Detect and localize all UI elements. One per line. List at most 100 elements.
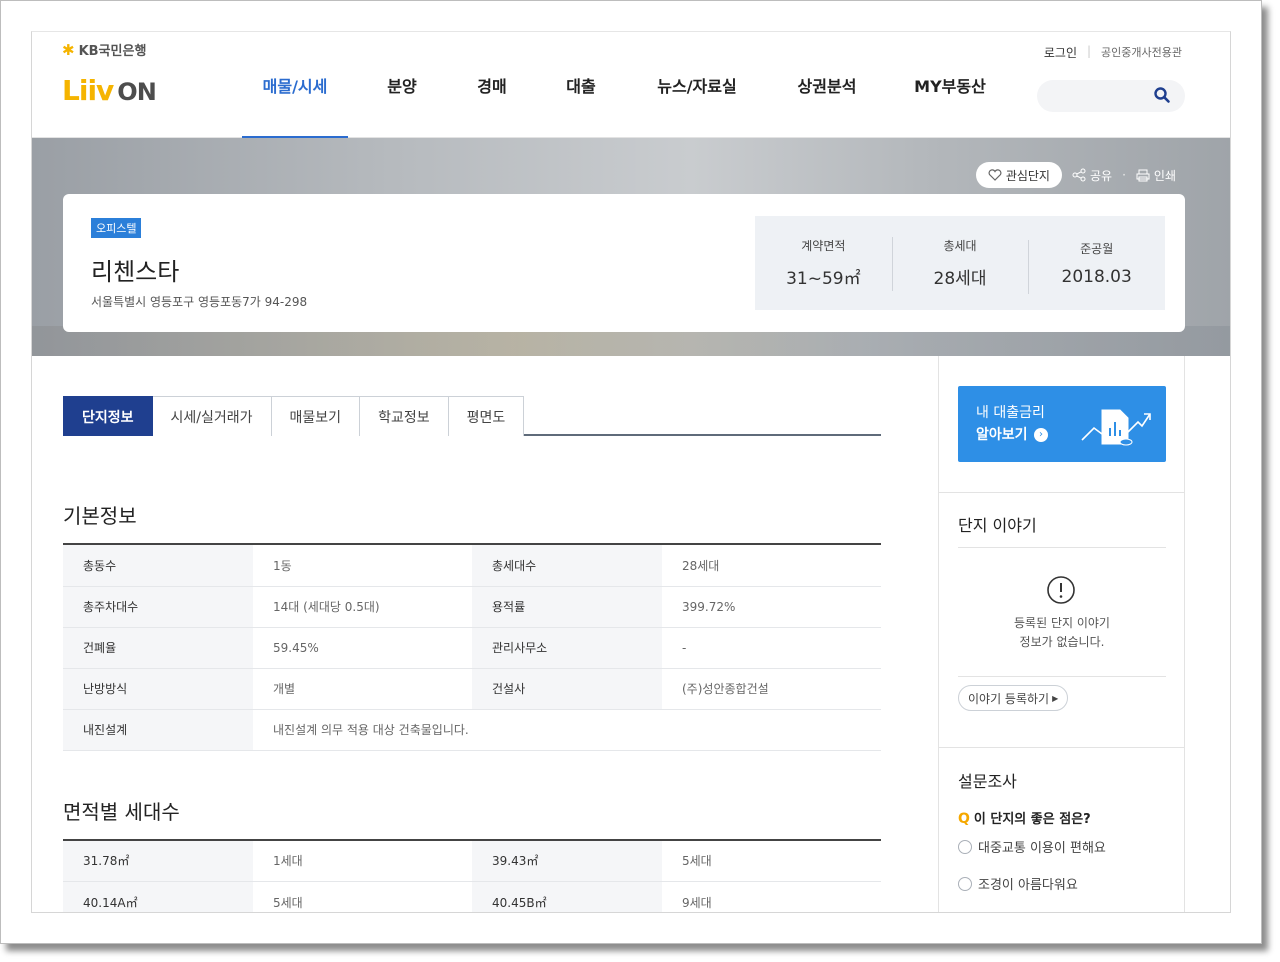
broker-link[interactable]: 공인중개사전용관 — [1101, 44, 1182, 61]
info-value: 399.72% — [662, 586, 881, 628]
info-value: 내진설계 의무 적용 대상 건축물입니다. — [253, 709, 881, 751]
page: ✱ KB국민은행 Liiv ON 로그인 | 공인중개사전용관 매물/시세 분양 … — [31, 31, 1231, 913]
favorite-button[interactable]: 관심단지 — [975, 162, 1062, 188]
radio-button[interactable] — [958, 876, 972, 891]
sidebar: 내 대출금리 알아보기 › 단지 이야기 등록된 단지 이야기 정보가 없습니다… — [938, 356, 1185, 912]
survey-question-text: 이 단지의 좋은 점은? — [973, 812, 1091, 827]
liiv-logo-on: ON — [117, 78, 156, 106]
kb-bank-logo[interactable]: ✱ KB국민은행 — [62, 40, 147, 60]
story-empty-message: 등록된 단지 이야기 정보가 없습니다. — [958, 614, 1166, 652]
info-key: 용적률 — [472, 586, 662, 628]
info-key: 난방방식 — [63, 668, 253, 710]
info-key: 총주차대수 — [63, 586, 253, 628]
info-value: 개별 — [253, 668, 472, 710]
survey-option-label: 대중교통 이용이 편해요 — [978, 841, 1106, 856]
share-button[interactable]: 공유 — [1072, 167, 1112, 184]
print-label: 인쇄 — [1153, 168, 1176, 183]
exclamation-icon — [1047, 576, 1075, 604]
info-key: 내진설계 — [63, 709, 253, 751]
nav-item-loan[interactable]: 대출 — [528, 32, 634, 138]
register-story-label: 이야기 등록하기 — [968, 691, 1050, 706]
info-key: 총동수 — [63, 545, 253, 587]
complex-hero: 관심단지 공유 · 인쇄 오피스텔 리첸스타 서울특별시 영등포구 영등포동7가… — [32, 138, 1230, 356]
search-box — [1037, 80, 1185, 112]
loan-banner-line1: 내 대출금리 — [976, 405, 1045, 421]
area-units-table: 31.78㎡ 1세대 39.43㎡ 5세대 40.14A㎡ 5세대 40.45B… — [63, 840, 881, 912]
kb-bank-logo-text: KB국민은행 — [78, 44, 147, 59]
table-row: 총동수 1동 총세대수 28세대 — [63, 545, 881, 587]
main-nav: 매물/시세 분양 경매 대출 뉴스/자료실 상권분석 MY부동산 — [242, 32, 1006, 139]
loan-rate-banner[interactable]: 내 대출금리 알아보기 › — [958, 386, 1166, 462]
tab-price[interactable]: 시세/실거래가 — [152, 396, 272, 436]
survey-question: Q이 단지의 좋은 점은? — [958, 808, 1091, 827]
area-key: 39.43㎡ — [472, 840, 662, 882]
heart-icon — [988, 169, 1002, 181]
tab-floorplan[interactable]: 평면도 — [448, 396, 525, 436]
complex-summary-card: 오피스텔 리첸스타 서울특별시 영등포구 영등포동7가 94-298 계약면적 … — [63, 194, 1185, 332]
liiv-logo-text: Liiv — [62, 74, 114, 107]
info-key: 건폐율 — [63, 627, 253, 669]
basic-info-title: 기본정보 — [63, 500, 881, 545]
loan-banner-line2: 알아보기 — [976, 427, 1028, 443]
favorite-label: 관심단지 — [1005, 168, 1050, 183]
nav-item-commercial[interactable]: 상권분석 — [760, 32, 894, 138]
search-icon[interactable] — [1153, 86, 1171, 104]
info-value: 1동 — [253, 545, 472, 587]
survey-option-label: 조경이 아름다워요 — [978, 878, 1078, 893]
story-empty-line2: 정보가 없습니다. — [1019, 635, 1105, 649]
share-icon — [1072, 168, 1086, 182]
info-key: 건설사 — [472, 668, 662, 710]
survey-title: 설문조사 — [958, 772, 1017, 791]
area-value: 5세대 — [253, 881, 472, 912]
stat-value: 31~59㎡ — [786, 269, 861, 289]
stat-label: 총세대 — [943, 239, 977, 253]
print-button[interactable]: 인쇄 — [1136, 167, 1176, 184]
table-row: 40.14A㎡ 5세대 40.45B㎡ 9세대 — [63, 881, 881, 912]
info-value: (주)성안종합건설 — [662, 668, 881, 710]
hero-actions: 관심단지 공유 · 인쇄 — [975, 162, 1176, 188]
search-input[interactable] — [1051, 86, 1151, 106]
chevron-right-icon: › — [1033, 428, 1048, 442]
survey-option[interactable]: 조경이 아름다워요 — [958, 874, 1078, 893]
liiv-on-logo[interactable]: Liiv ON — [62, 74, 157, 107]
nav-item-presale[interactable]: 분양 — [348, 32, 456, 138]
story-bottom-divider — [958, 676, 1166, 677]
info-key: 총세대수 — [472, 545, 662, 587]
question-mark-icon: Q — [958, 811, 970, 827]
register-story-button[interactable]: 이야기 등록하기 ▶ — [958, 685, 1069, 711]
utility-divider: | — [1086, 44, 1092, 58]
complex-stats: 계약면적 31~59㎡ 총세대 28세대 준공월 2018.03 — [755, 216, 1165, 310]
stat-total-units: 총세대 28세대 — [891, 237, 1029, 291]
window-frame: ✱ KB국민은행 Liiv ON 로그인 | 공인중개사전용관 매물/시세 분양 … — [0, 0, 1262, 944]
radio-button[interactable] — [958, 839, 972, 854]
nav-item-listings[interactable]: 매물/시세 — [242, 32, 348, 139]
tab-school[interactable]: 학교정보 — [360, 396, 449, 436]
survey-option[interactable]: 대중교통 이용이 편해요 — [958, 837, 1106, 856]
tab-complex-info[interactable]: 단지정보 — [63, 396, 153, 436]
action-divider: · — [1122, 168, 1126, 182]
info-value: 14대 (세대당 0.5대) — [253, 586, 472, 628]
nav-item-auction[interactable]: 경매 — [456, 32, 528, 138]
area-key: 40.45B㎡ — [472, 881, 662, 912]
story-empty-line1: 등록된 단지 이야기 — [1014, 616, 1110, 630]
nav-item-news[interactable]: 뉴스/자료실 — [634, 32, 760, 138]
stat-label: 계약면적 — [801, 239, 846, 253]
info-value: 28세대 — [662, 545, 881, 587]
stat-label: 준공월 — [1080, 241, 1114, 256]
tab-listings[interactable]: 매물보기 — [271, 396, 361, 436]
table-row: 난방방식 개별 건설사 (주)성안종합건설 — [63, 668, 881, 710]
site-header: ✱ KB국민은행 Liiv ON 로그인 | 공인중개사전용관 매물/시세 분양 … — [32, 32, 1230, 139]
info-key: 관리사무소 — [472, 627, 662, 669]
basic-info-table: 총동수 1동 총세대수 28세대 총주차대수 14대 (세대당 0.5대) 용적… — [63, 545, 881, 751]
property-type-badge: 오피스텔 — [91, 218, 142, 238]
info-value: 59.45% — [253, 627, 472, 669]
login-link[interactable]: 로그인 — [1044, 44, 1077, 61]
kb-star-icon: ✱ — [62, 40, 75, 59]
complex-address: 서울특별시 영등포구 영등포동7가 94-298 — [91, 295, 308, 309]
utility-links: 로그인 | 공인중개사전용관 — [1044, 44, 1182, 61]
nav-item-my-realestate[interactable]: MY부동산 — [894, 32, 1006, 138]
loan-banner-text: 내 대출금리 알아보기 › — [976, 402, 1048, 446]
table-row: 총주차대수 14대 (세대당 0.5대) 용적률 399.72% — [63, 586, 881, 628]
caret-right-icon: ▶ — [1052, 693, 1059, 703]
share-label: 공유 — [1089, 168, 1113, 183]
